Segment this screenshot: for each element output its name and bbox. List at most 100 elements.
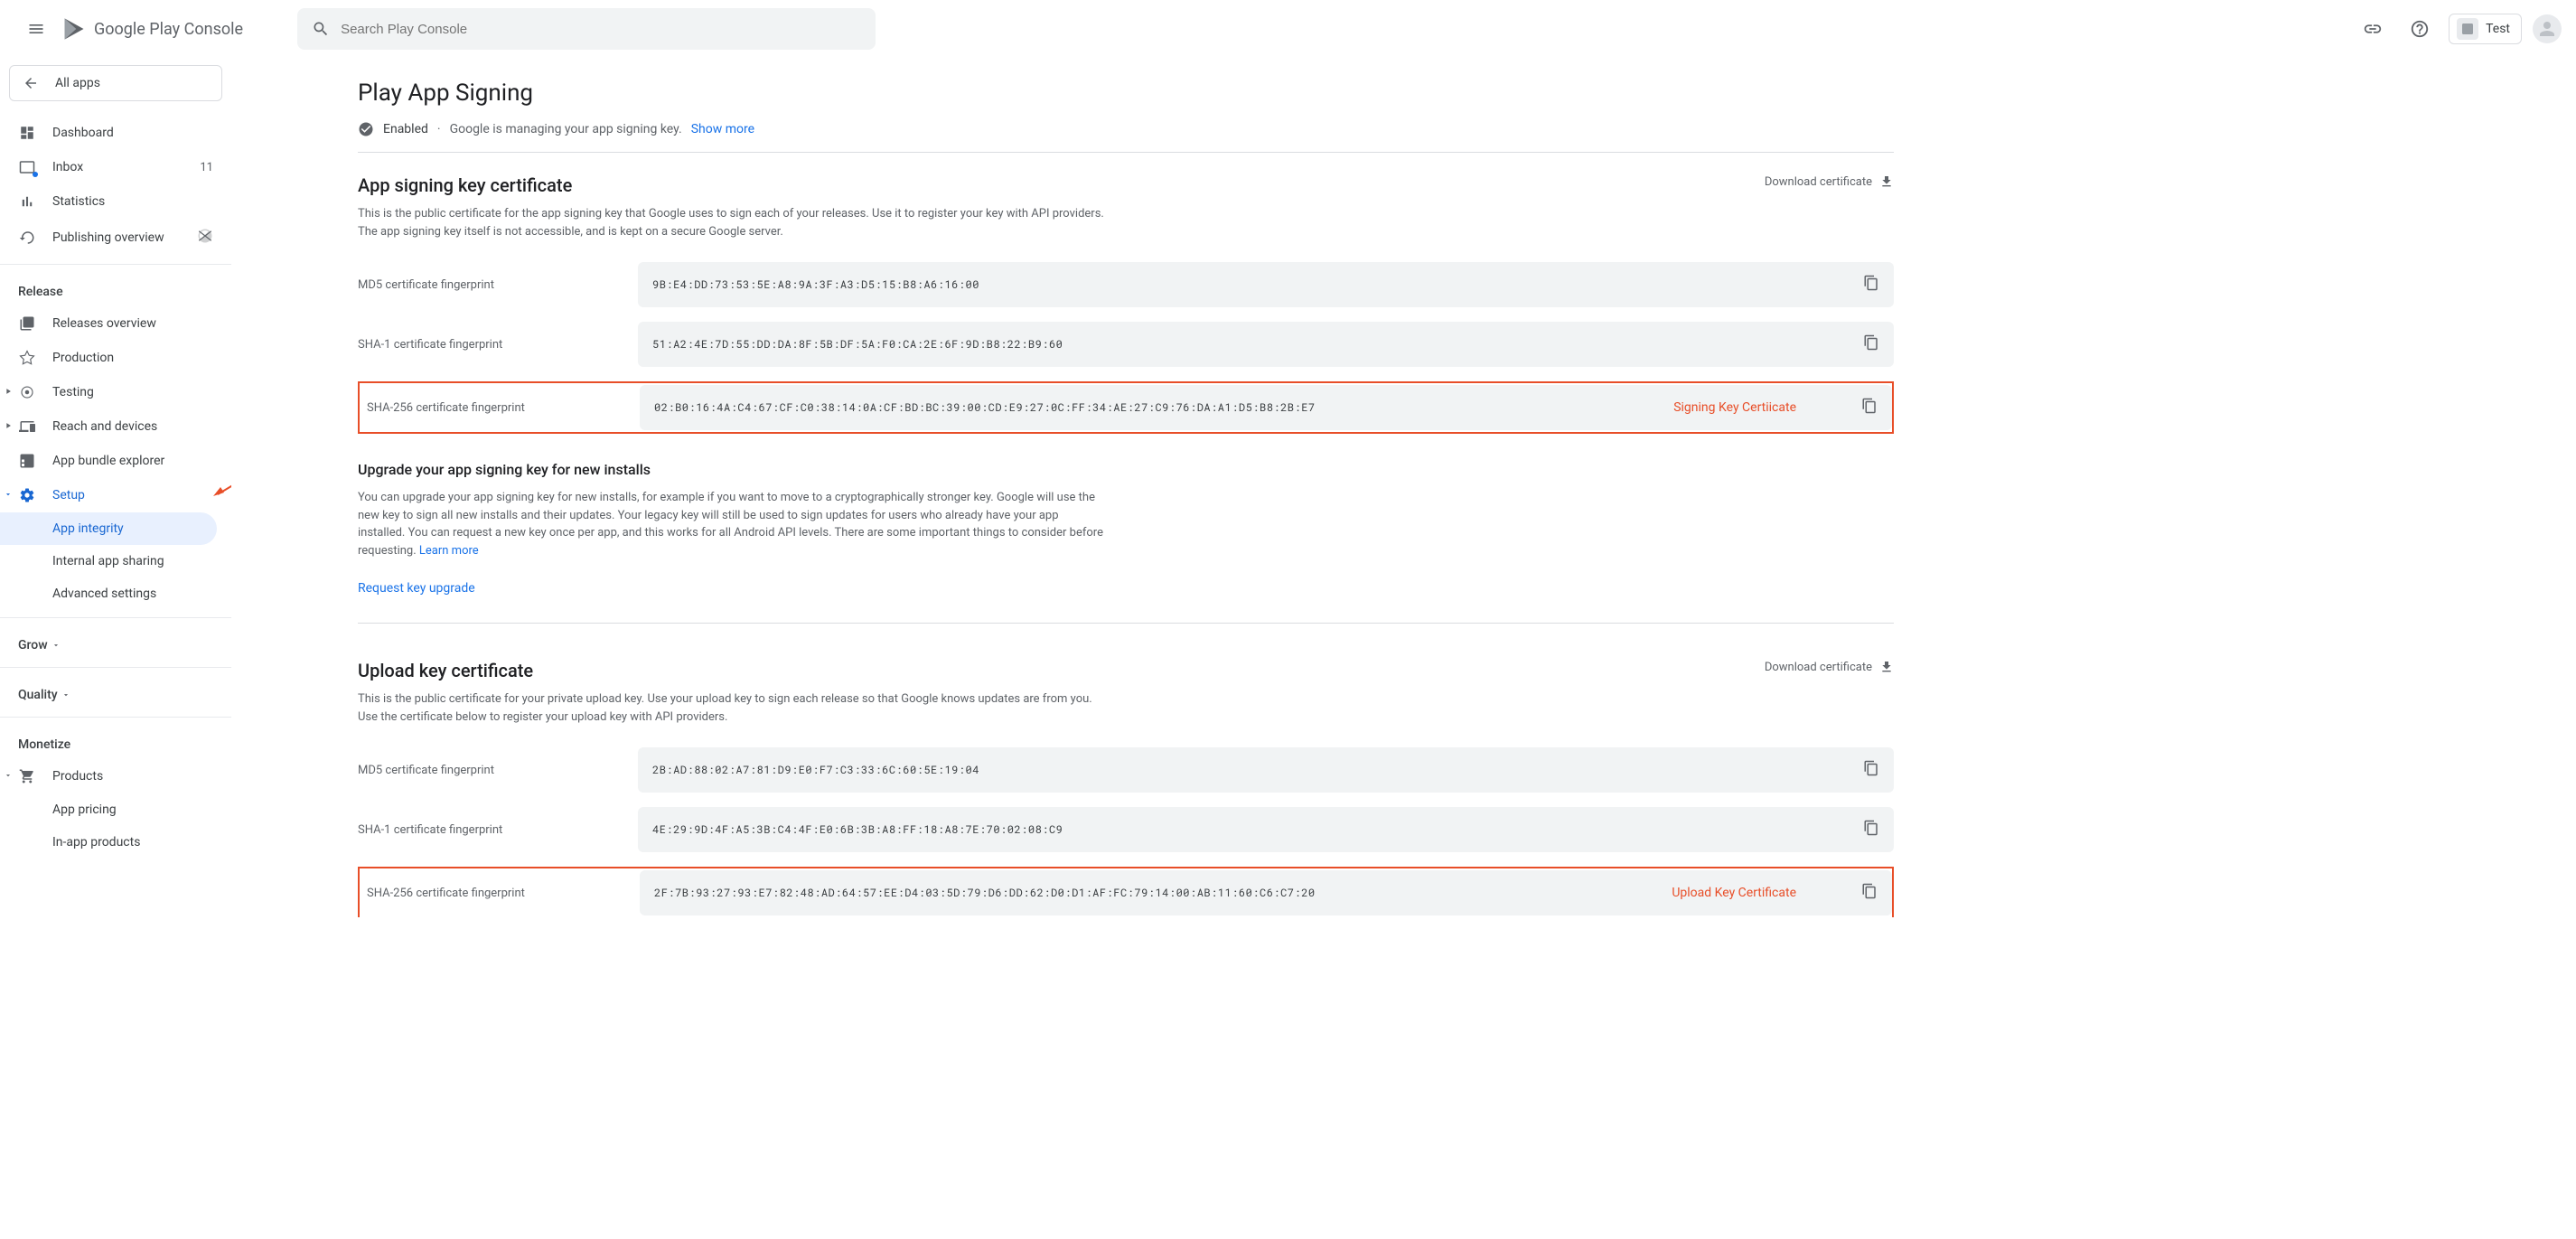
status-row: Enabled · Google is managing your app si… <box>358 121 1894 153</box>
signing-sha1-row: SHA-1 certificate fingerprint 51:A2:4E:7… <box>358 322 1894 367</box>
search-box[interactable] <box>297 8 876 50</box>
download-icon <box>1879 174 1894 189</box>
copy-button[interactable] <box>1863 820 1879 840</box>
monetize-section-header: Monetize <box>0 725 231 759</box>
md5-value: 9B:E4:DD:73:53:5E:A8:9A:3F:A3:D5:15:B8:A… <box>652 277 1852 292</box>
learn-more-link[interactable]: Learn more <box>419 544 479 558</box>
menu-icon <box>27 20 45 38</box>
sidebar-production[interactable]: Production <box>0 341 231 375</box>
sha1-value: 51:A2:4E:7D:55:DD:DA:8F:5B:DF:5A:F0:CA:2… <box>652 337 1852 352</box>
sidebar-testing[interactable]: Testing <box>0 375 231 409</box>
chevron-down-icon <box>52 641 61 650</box>
md5-label: MD5 certificate fingerprint <box>358 278 638 292</box>
sidebar-internal-sharing[interactable]: Internal app sharing <box>0 545 231 577</box>
chevron-down-icon <box>61 690 70 699</box>
copy-icon <box>1861 883 1878 899</box>
app-icon <box>2457 18 2478 40</box>
request-upgrade-link[interactable]: Request key upgrade <box>358 581 1894 596</box>
sidebar-app-pricing[interactable]: App pricing <box>0 793 231 826</box>
copy-button[interactable] <box>1861 398 1878 418</box>
upload-desc: This is the public certificate for your … <box>358 690 1108 726</box>
all-apps-button[interactable]: All apps <box>9 65 222 101</box>
sidebar-inapp-products[interactable]: In-app products <box>0 826 231 859</box>
copy-icon <box>1863 820 1879 836</box>
sha1-label: SHA-1 certificate fingerprint <box>358 338 638 352</box>
chevron-right-icon <box>4 421 13 430</box>
sha1-value: 4E:29:9D:4F:A5:3B:C4:4F:E0:6B:3B:A8:FF:1… <box>652 822 1852 837</box>
sha256-label: SHA-256 certificate fingerprint <box>360 401 640 415</box>
avatar-icon <box>2536 18 2558 40</box>
show-more-link[interactable]: Show more <box>691 122 754 136</box>
logo-text: Google Play Console <box>94 20 243 39</box>
upload-annotation: Upload Key Certificate <box>1672 886 1796 900</box>
sidebar-statistics[interactable]: Statistics <box>0 184 231 219</box>
upload-sha256-row: SHA-256 certificate fingerprint 2F:7B:93… <box>358 867 1894 917</box>
upgrade-title: Upgrade your app signing key for new ins… <box>358 461 1894 478</box>
testing-icon <box>19 384 35 400</box>
app-selector[interactable]: Test <box>2449 14 2522 44</box>
copy-icon <box>1861 398 1878 414</box>
md5-label: MD5 certificate fingerprint <box>358 764 638 777</box>
copy-button[interactable] <box>1863 275 1879 295</box>
help-button[interactable] <box>2402 11 2438 47</box>
sidebar-products[interactable]: Products <box>0 759 231 793</box>
sidebar-bundle[interactable]: App bundle explorer <box>0 444 231 478</box>
sidebar-app-integrity[interactable]: App integrity <box>0 512 217 545</box>
user-avatar[interactable] <box>2533 14 2562 43</box>
inbox-count: 11 <box>200 161 213 174</box>
all-apps-label: All apps <box>55 76 100 90</box>
help-icon <box>2410 19 2430 39</box>
sidebar-publishing[interactable]: Publishing overview <box>0 219 231 257</box>
arrow-back-icon <box>23 75 39 91</box>
link-button[interactable] <box>2355 11 2391 47</box>
download-upload-cert[interactable]: Download certificate <box>1765 660 1894 674</box>
sha256-value: 02:B0:16:4A:C4:67:CF:C0:38:14:0A:CF:BD:B… <box>654 400 1673 415</box>
devices-icon <box>19 418 35 435</box>
download-signing-cert[interactable]: Download certificate <box>1765 174 1894 189</box>
production-icon <box>19 350 35 366</box>
sidebar-releases-overview[interactable]: Releases overview <box>0 306 231 341</box>
copy-icon <box>1863 275 1879 291</box>
sidebar-advanced-settings[interactable]: Advanced settings <box>0 577 231 610</box>
sidebar-setup[interactable]: Setup <box>0 478 231 512</box>
page-title: Play App Signing <box>358 80 1894 107</box>
status-enabled: Enabled <box>383 122 428 136</box>
header: Google Play Console Test <box>0 0 2576 58</box>
copy-icon <box>1863 760 1879 776</box>
gear-icon <box>19 487 35 503</box>
sidebar: All apps Dashboard Inbox 11 Statistics P… <box>0 58 231 1239</box>
upload-title: Upload key certificate <box>358 660 1108 681</box>
md5-value: 2B:AD:88:02:A7:81:D9:E0:F7:C3:33:6C:60:5… <box>652 763 1852 777</box>
releases-icon <box>19 315 35 332</box>
check-circle-icon <box>358 121 374 137</box>
copy-button[interactable] <box>1861 883 1878 903</box>
sidebar-reach[interactable]: Reach and devices <box>0 409 231 444</box>
chevron-right-icon <box>4 387 13 396</box>
publishing-icon <box>19 230 35 246</box>
copy-button[interactable] <box>1863 334 1879 354</box>
grow-section-header[interactable]: Grow <box>0 625 231 660</box>
signing-title: App signing key certificate <box>358 174 1108 196</box>
sha256-value: 2F:7B:93:27:93:E7:82:48:AD:64:57:EE:D4:0… <box>654 886 1672 900</box>
sidebar-inbox[interactable]: Inbox 11 <box>0 150 231 184</box>
upload-md5-row: MD5 certificate fingerprint 2B:AD:88:02:… <box>358 747 1894 793</box>
search-icon <box>312 20 330 38</box>
sidebar-dashboard[interactable]: Dashboard <box>0 116 231 150</box>
disabled-icon <box>197 228 213 244</box>
status-text: Google is managing your app signing key. <box>450 122 682 136</box>
copy-icon <box>1863 334 1879 351</box>
signing-annotation: Signing Key Certiicate <box>1673 400 1796 415</box>
sha1-label: SHA-1 certificate fingerprint <box>358 823 638 837</box>
logo[interactable]: Google Play Console <box>61 16 243 42</box>
copy-button[interactable] <box>1863 760 1879 780</box>
signing-md5-row: MD5 certificate fingerprint 9B:E4:DD:73:… <box>358 262 1894 307</box>
quality-section-header[interactable]: Quality <box>0 675 231 709</box>
download-icon <box>1879 660 1894 674</box>
upload-section: Upload key certificate This is the publi… <box>358 660 1894 917</box>
cart-icon <box>19 768 35 784</box>
bundle-icon <box>19 453 35 469</box>
search-input[interactable] <box>341 22 861 37</box>
play-logo-icon <box>61 16 87 42</box>
hamburger-menu[interactable] <box>14 7 58 51</box>
upload-sha1-row: SHA-1 certificate fingerprint 4E:29:9D:4… <box>358 807 1894 852</box>
